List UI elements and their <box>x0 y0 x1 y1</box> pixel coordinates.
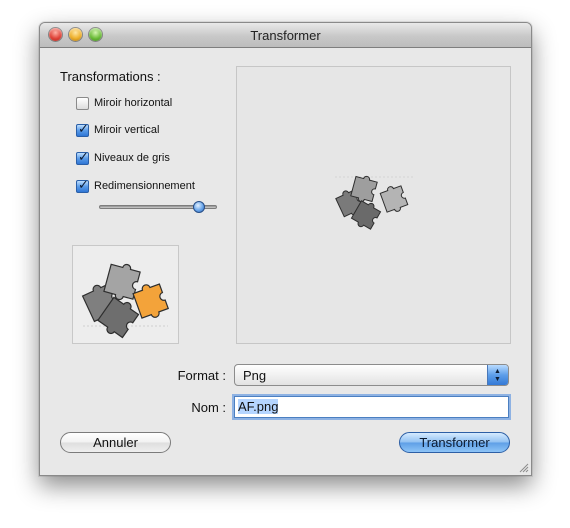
title-bar[interactable]: Transformer <box>40 23 531 48</box>
source-image-thumbnail <box>72 245 179 344</box>
checkmark-icon: ✓ <box>78 176 89 192</box>
name-input-value: AF.png <box>238 399 279 414</box>
checkbox-box[interactable]: ✓ <box>76 148 89 165</box>
puzzle-pieces-color-icon <box>81 263 170 339</box>
checkbox-miroir-horizontal[interactable]: Miroir horizontal <box>76 95 172 111</box>
puzzle-pieces-gray-icon <box>335 175 413 230</box>
transformations-heading: Transformations : <box>60 69 161 84</box>
checkbox-box[interactable] <box>76 96 89 110</box>
preview-pane <box>236 66 511 344</box>
format-label: Format : <box>177 368 226 383</box>
window-title: Transformer <box>250 28 321 43</box>
checkbox-redimensionnement[interactable]: ✓ Redimensionnement <box>76 176 195 194</box>
checkmark-icon: ✓ <box>78 148 89 164</box>
checkmark-icon: ✓ <box>78 120 89 136</box>
name-label: Nom : <box>191 400 226 415</box>
format-selected-value: Png <box>243 368 267 383</box>
checkbox-label: Miroir vertical <box>94 124 160 136</box>
select-arrows-icon[interactable]: ▲ ▼ <box>487 365 508 385</box>
format-select[interactable]: Png ▲ ▼ <box>234 364 509 386</box>
transform-button[interactable]: Transformer <box>399 432 510 453</box>
slider-knob[interactable] <box>193 201 206 213</box>
checkbox-niveaux-de-gris[interactable]: ✓ Niveaux de gris <box>76 148 170 166</box>
checkbox-box[interactable]: ✓ <box>76 120 89 137</box>
transformer-window: Transformer Transformations : Miroir hor… <box>39 22 532 476</box>
checkbox-box[interactable]: ✓ <box>76 176 89 193</box>
checkbox-label: Niveaux de gris <box>94 152 170 164</box>
resize-grip-icon[interactable] <box>517 461 529 473</box>
resize-slider[interactable] <box>99 201 217 213</box>
checkbox-miroir-vertical[interactable]: ✓ Miroir vertical <box>76 120 160 138</box>
checkbox-label: Redimensionnement <box>94 180 195 192</box>
name-input[interactable]: AF.png <box>234 396 509 418</box>
cancel-button[interactable]: Annuler <box>60 432 171 453</box>
checkbox-label: Miroir horizontal <box>94 97 173 109</box>
